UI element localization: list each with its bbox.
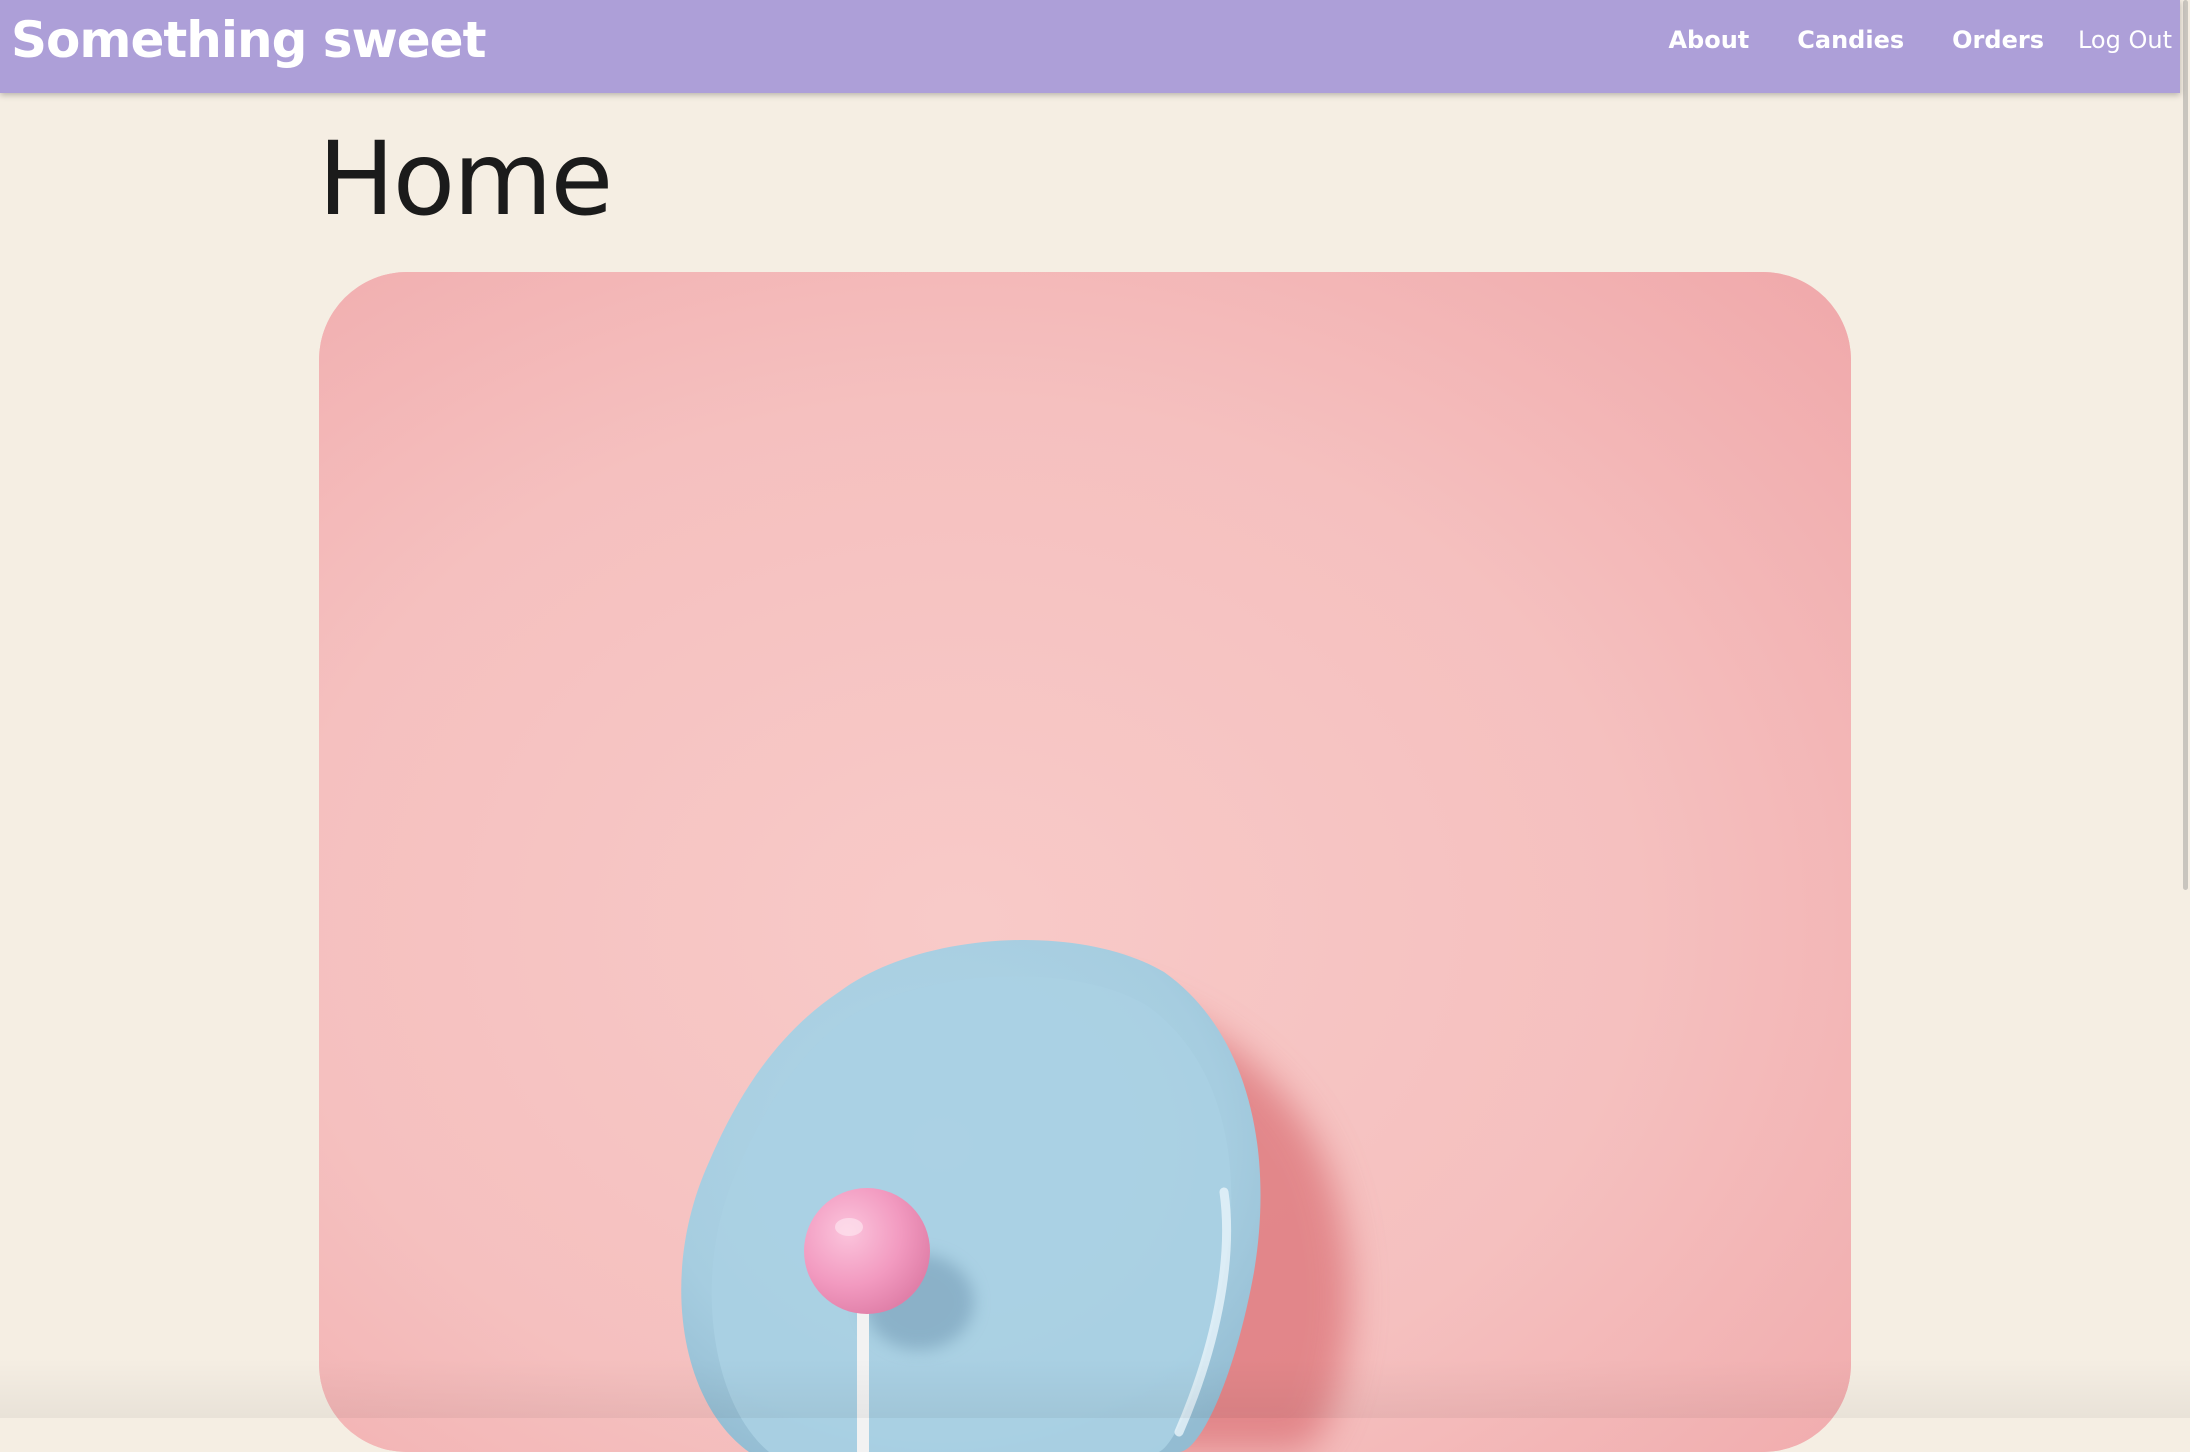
nav-link-orders[interactable]: Orders — [1952, 26, 2044, 54]
top-navbar: Something sweet About Candies Orders Log… — [0, 0, 2180, 93]
site-brand[interactable]: Something sweet — [11, 4, 485, 76]
hero-image — [319, 272, 1851, 1452]
page-scrollbar[interactable] — [2180, 0, 2190, 1418]
lollipop-icon — [804, 1188, 930, 1314]
lollipop-plate-illustration — [319, 272, 1851, 1452]
nav-link-about[interactable]: About — [1668, 26, 1749, 54]
logout-link[interactable]: Log Out — [2078, 26, 2172, 54]
page-title: Home — [318, 115, 611, 245]
scrollbar-thumb[interactable] — [2183, 0, 2188, 890]
nav-link-candies[interactable]: Candies — [1797, 26, 1904, 54]
nav-links: About Candies Orders Log Out — [1620, 0, 2172, 80]
